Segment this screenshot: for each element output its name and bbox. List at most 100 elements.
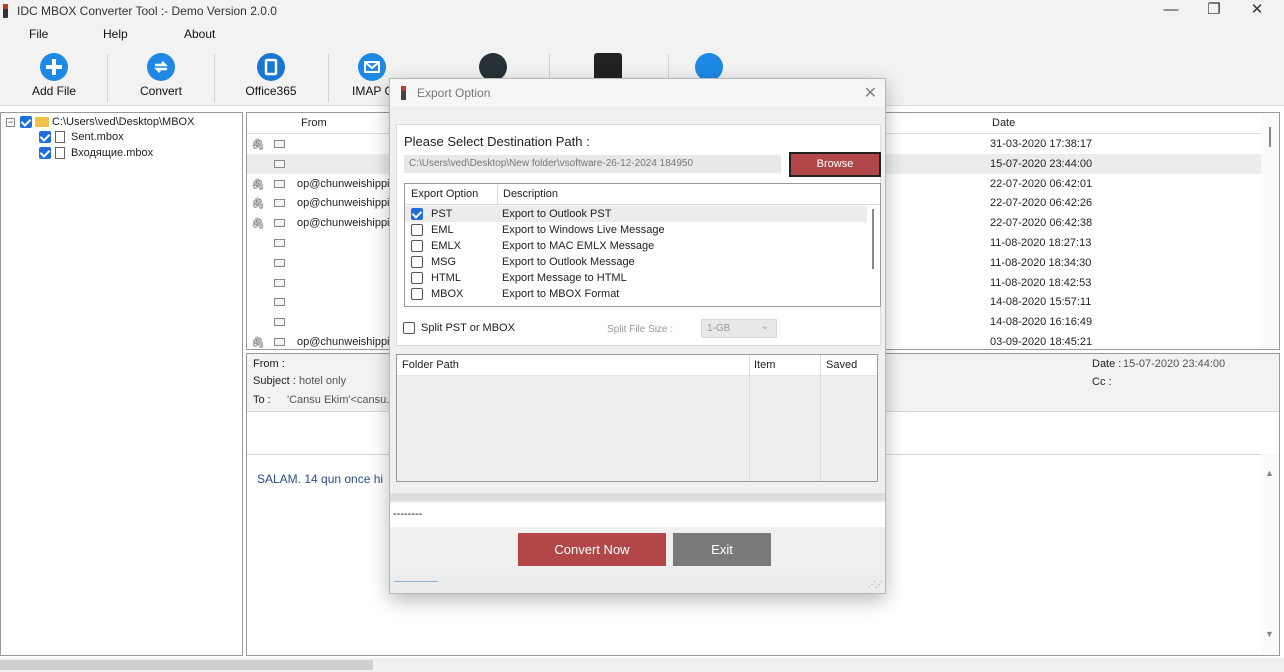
- option-checkbox[interactable]: [411, 256, 423, 268]
- envelope-icon: [274, 278, 285, 287]
- menu-about[interactable]: About: [184, 27, 215, 41]
- mail-icon: [358, 53, 386, 81]
- option-description: Export to MBOX Format: [502, 288, 620, 300]
- export-option-msg[interactable]: MSG Export to Outlook Message: [405, 254, 867, 270]
- conversion-progress-bar: [390, 493, 885, 501]
- add-file-button[interactable]: Add File: [25, 53, 83, 98]
- dialog-footer: ⋰⋰: [390, 575, 885, 593]
- option-name: EML: [431, 224, 454, 236]
- status-text: --------: [393, 508, 423, 520]
- horizontal-scroll-thumb[interactable]: [0, 660, 373, 670]
- from-column-header[interactable]: From: [301, 117, 327, 129]
- scroll-up-icon[interactable]: ▲: [1265, 468, 1274, 478]
- subject-value: hotel only: [299, 375, 347, 387]
- option-scrollbar[interactable]: [866, 205, 880, 306]
- scroll-down-icon[interactable]: ▼: [1265, 629, 1274, 639]
- license-button[interactable]: [593, 53, 623, 81]
- gmail-export-button[interactable]: [478, 53, 508, 81]
- export-option-eml[interactable]: EML Export to Windows Live Message: [405, 222, 867, 238]
- option-name: MSG: [431, 256, 457, 268]
- mail-date: 22-07-2020 06:42:26: [990, 197, 1093, 210]
- resize-grip-icon[interactable]: ⋰⋰: [868, 580, 883, 589]
- preview-scrollbar[interactable]: ▲ ▼: [1261, 454, 1279, 655]
- dialog-title-bar: Export Option ✕: [390, 79, 885, 107]
- restore-button[interactable]: ❐: [1194, 1, 1234, 21]
- item-checkbox[interactable]: [39, 147, 51, 159]
- date-value: 15-07-2020 23:44:00: [1123, 358, 1226, 370]
- option-name: EMLX: [431, 240, 461, 252]
- scroll-thumb[interactable]: [1269, 127, 1271, 147]
- convert-now-button[interactable]: Convert Now: [518, 533, 666, 566]
- option-checkbox[interactable]: [411, 224, 423, 236]
- mail-date: 22-07-2020 06:42:01: [990, 177, 1093, 190]
- tree-root[interactable]: − C:\Users\ved\Desktop\MBOX: [6, 115, 236, 130]
- mail-date: 11-08-2020 18:27:13: [990, 237, 1092, 249]
- menu-help[interactable]: Help: [103, 27, 128, 41]
- result-table-header: Folder Path Item Saved: [397, 355, 877, 376]
- dialog-app-icon: [401, 86, 406, 100]
- item-checkbox[interactable]: [39, 131, 51, 143]
- menu-bar: File Help About: [0, 22, 1284, 46]
- mail-date: 11-08-2020 18:34:30: [990, 256, 1092, 269]
- envelope-icon: [274, 258, 285, 267]
- toolbar-separator: [107, 54, 108, 102]
- exit-button[interactable]: Exit: [673, 533, 771, 566]
- tree-item[interactable]: Входящие.mbox: [39, 146, 229, 161]
- mail-date: 14-08-2020 15:57:11: [990, 296, 1092, 309]
- office365-button[interactable]: Office365: [243, 53, 299, 98]
- export-tool-icon: [479, 53, 507, 81]
- collapse-toggle[interactable]: −: [6, 118, 15, 127]
- to-value: 'Cansu Ekim'<cansu.ek: [287, 394, 401, 406]
- export-option-html[interactable]: HTML Export Message to HTML: [405, 270, 867, 286]
- convert-button[interactable]: Convert: [135, 53, 187, 98]
- window-title: IDC MBOX Converter Tool :- Demo Version …: [17, 4, 277, 18]
- export-option-emlx[interactable]: EMLX Export to MAC EMLX Message: [405, 238, 867, 254]
- export-option-mbox[interactable]: MBOX Export to MBOX Format: [405, 286, 867, 302]
- mail-date: 31-03-2020 17:38:17: [990, 138, 1093, 150]
- option-checkbox[interactable]: [411, 288, 423, 300]
- option-checkbox[interactable]: [411, 240, 423, 252]
- mail-from: op@chunweishipping: [297, 217, 391, 230]
- tree-item-label: Входящие.mbox: [71, 147, 154, 159]
- subject-label: Subject :: [253, 375, 296, 387]
- conversion-result-table: Folder Path Item Saved: [396, 354, 878, 482]
- option-checkbox[interactable]: [411, 272, 423, 284]
- option-description: Export to Outlook Message: [502, 256, 635, 268]
- root-checkbox[interactable]: [20, 116, 32, 128]
- preview-body-text: SALAM. 14 qun once hi: [257, 472, 384, 486]
- dialog-title: Export Option: [417, 86, 491, 100]
- envelope-icon: [274, 318, 285, 327]
- destination-path-field[interactable]: C:\Users\ved\Desktop\New folder\vsoftwar…: [404, 155, 781, 173]
- date-column-header[interactable]: Date: [992, 117, 1015, 129]
- minimize-button[interactable]: —: [1151, 1, 1191, 21]
- export-option-column-header: Export Option: [411, 188, 479, 200]
- from-label: From :: [253, 358, 285, 370]
- envelope-icon: [274, 219, 285, 228]
- export-option-pst[interactable]: PST Export to Outlook PST: [405, 206, 867, 222]
- description-column-header: Description: [503, 188, 559, 200]
- mail-list-scrollbar[interactable]: [1261, 113, 1279, 349]
- menu-file[interactable]: File: [29, 27, 48, 41]
- option-checkbox[interactable]: [411, 208, 423, 220]
- envelope-icon: [274, 239, 285, 247]
- horizontal-scrollbar[interactable]: [0, 658, 1284, 672]
- mail-date: 14-08-2020 16:16:49: [990, 316, 1093, 329]
- exit-app-button[interactable]: [694, 53, 724, 81]
- power-icon: [695, 53, 723, 81]
- mail-date: 22-07-2020 06:42:38: [990, 217, 1093, 230]
- dialog-close-icon[interactable]: ✕: [864, 83, 877, 103]
- split-checkbox[interactable]: [403, 322, 415, 334]
- imap-button[interactable]: IMAP G: [352, 53, 394, 98]
- folder-icon: [35, 117, 49, 127]
- split-size-select[interactable]: 1-GB ⌄: [701, 319, 777, 338]
- envelope-icon: [274, 159, 285, 168]
- browse-button[interactable]: Browse: [789, 152, 881, 177]
- mail-date: 11-08-2020 18:42:53: [990, 276, 1092, 289]
- mail-date: 03-09-2020 18:45:21: [990, 336, 1093, 348]
- folder-tree-panel: − C:\Users\ved\Desktop\MBOX Sent.mbox Вх…: [0, 112, 243, 656]
- tree-item[interactable]: Sent.mbox: [39, 130, 229, 145]
- option-scroll-thumb[interactable]: [872, 209, 874, 269]
- date-label: Date :: [1092, 358, 1122, 370]
- close-window-button[interactable]: ✕: [1237, 1, 1277, 21]
- tree-item-label: Sent.mbox: [71, 131, 124, 143]
